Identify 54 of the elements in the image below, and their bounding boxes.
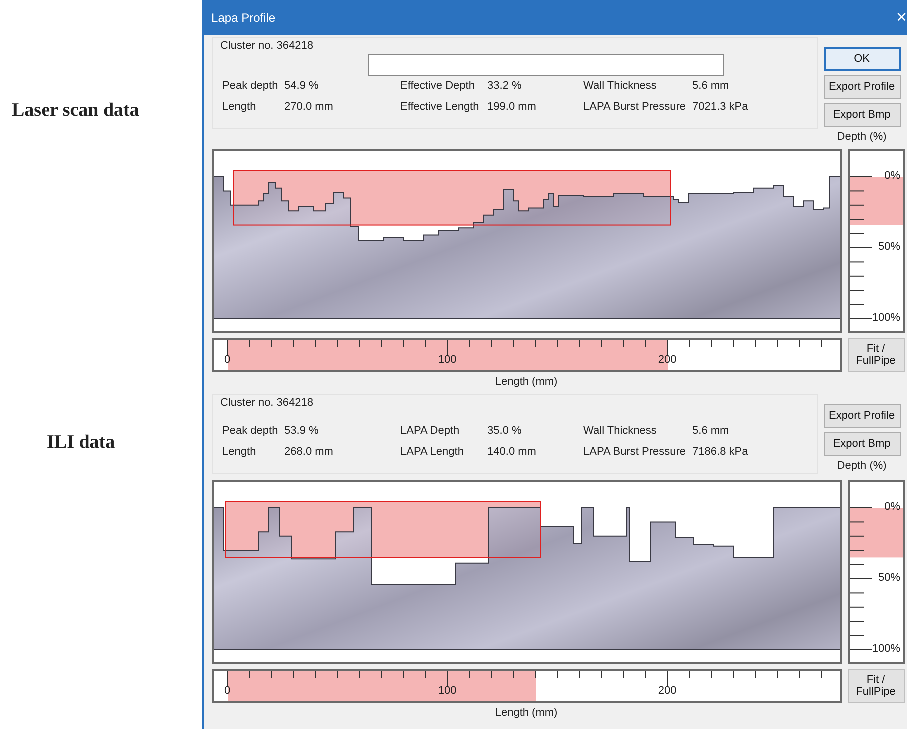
dialog-button[interactable]: OK bbox=[824, 47, 901, 71]
dialog-button[interactable]: Export Bmp bbox=[824, 432, 901, 456]
ruler-tick-label: 100 bbox=[438, 685, 458, 697]
field-label: Length bbox=[222, 446, 258, 458]
fit-button[interactable]: Fit / FullPipe bbox=[848, 669, 905, 703]
field-value: 140.0 mm bbox=[488, 446, 538, 458]
depth-tick-label: 50% bbox=[878, 241, 901, 253]
field-value: 5.6 mm bbox=[692, 425, 730, 437]
field-label: LAPA Length bbox=[400, 446, 465, 458]
depth-tick-label: 50% bbox=[878, 572, 901, 584]
axis-label: Length (mm) bbox=[495, 707, 558, 719]
window-title: Lapa Profile bbox=[212, 10, 276, 24]
cluster-number: Cluster no. 364218 bbox=[220, 397, 314, 409]
ruler-tick-label: 200 bbox=[658, 354, 678, 366]
field-value: 199.0 mm bbox=[488, 101, 538, 113]
depth-label: Depth (%) bbox=[837, 460, 887, 472]
dialog-button[interactable]: Export Profile bbox=[824, 75, 901, 99]
field-label: Wall Thickness bbox=[584, 425, 658, 437]
field-label: Peak depth bbox=[222, 425, 280, 437]
cluster-number: Cluster no. 364218 bbox=[220, 40, 314, 52]
depth-tick-label: 0% bbox=[884, 501, 901, 513]
depth-tick-label: 100% bbox=[872, 312, 901, 324]
field-value: 5.6 mm bbox=[692, 80, 730, 92]
field-value: 270.0 mm bbox=[284, 101, 334, 113]
field-label: Wall Thickness bbox=[584, 80, 658, 92]
field-value: 53.9 % bbox=[284, 425, 320, 437]
field-label: Effective Length bbox=[400, 101, 480, 113]
field-value: 35.0 % bbox=[488, 425, 523, 437]
caption: Laser scan data bbox=[12, 100, 140, 122]
field-label: Peak depth bbox=[222, 80, 280, 92]
field-value: 268.0 mm bbox=[284, 446, 334, 458]
fit-button[interactable]: Fit / FullPipe bbox=[848, 338, 905, 372]
depth-tick-label: 100% bbox=[872, 643, 901, 655]
dialog-button[interactable]: Export Profile bbox=[824, 404, 901, 428]
ruler-tick-label: 200 bbox=[658, 685, 678, 697]
field-label: Length bbox=[222, 101, 258, 113]
field-label: Effective Depth bbox=[400, 80, 476, 92]
ruler-tick-label: 0 bbox=[223, 354, 232, 366]
field-value: 54.9 % bbox=[284, 80, 320, 92]
field-label: LAPA Burst Pressure bbox=[584, 446, 688, 458]
field-label: LAPA Depth bbox=[400, 425, 461, 437]
axis-label: Length (mm) bbox=[495, 376, 558, 388]
depth-tick-label: 0% bbox=[884, 170, 901, 182]
dialog-button[interactable]: Export Bmp bbox=[824, 103, 901, 127]
depth-label: Depth (%) bbox=[837, 131, 887, 143]
caption: ILI data bbox=[47, 432, 116, 454]
name-field[interactable] bbox=[368, 54, 724, 76]
field-value: 7186.8 kPa bbox=[692, 446, 750, 458]
field-label: LAPA Burst Pressure bbox=[584, 101, 688, 113]
ruler-tick-label: 0 bbox=[223, 685, 232, 697]
ruler-tick-label: 100 bbox=[438, 354, 458, 366]
field-value: 7021.3 kPa bbox=[692, 101, 750, 113]
field-value: 33.2 % bbox=[488, 80, 523, 92]
close-button[interactable]: × bbox=[896, 7, 907, 28]
